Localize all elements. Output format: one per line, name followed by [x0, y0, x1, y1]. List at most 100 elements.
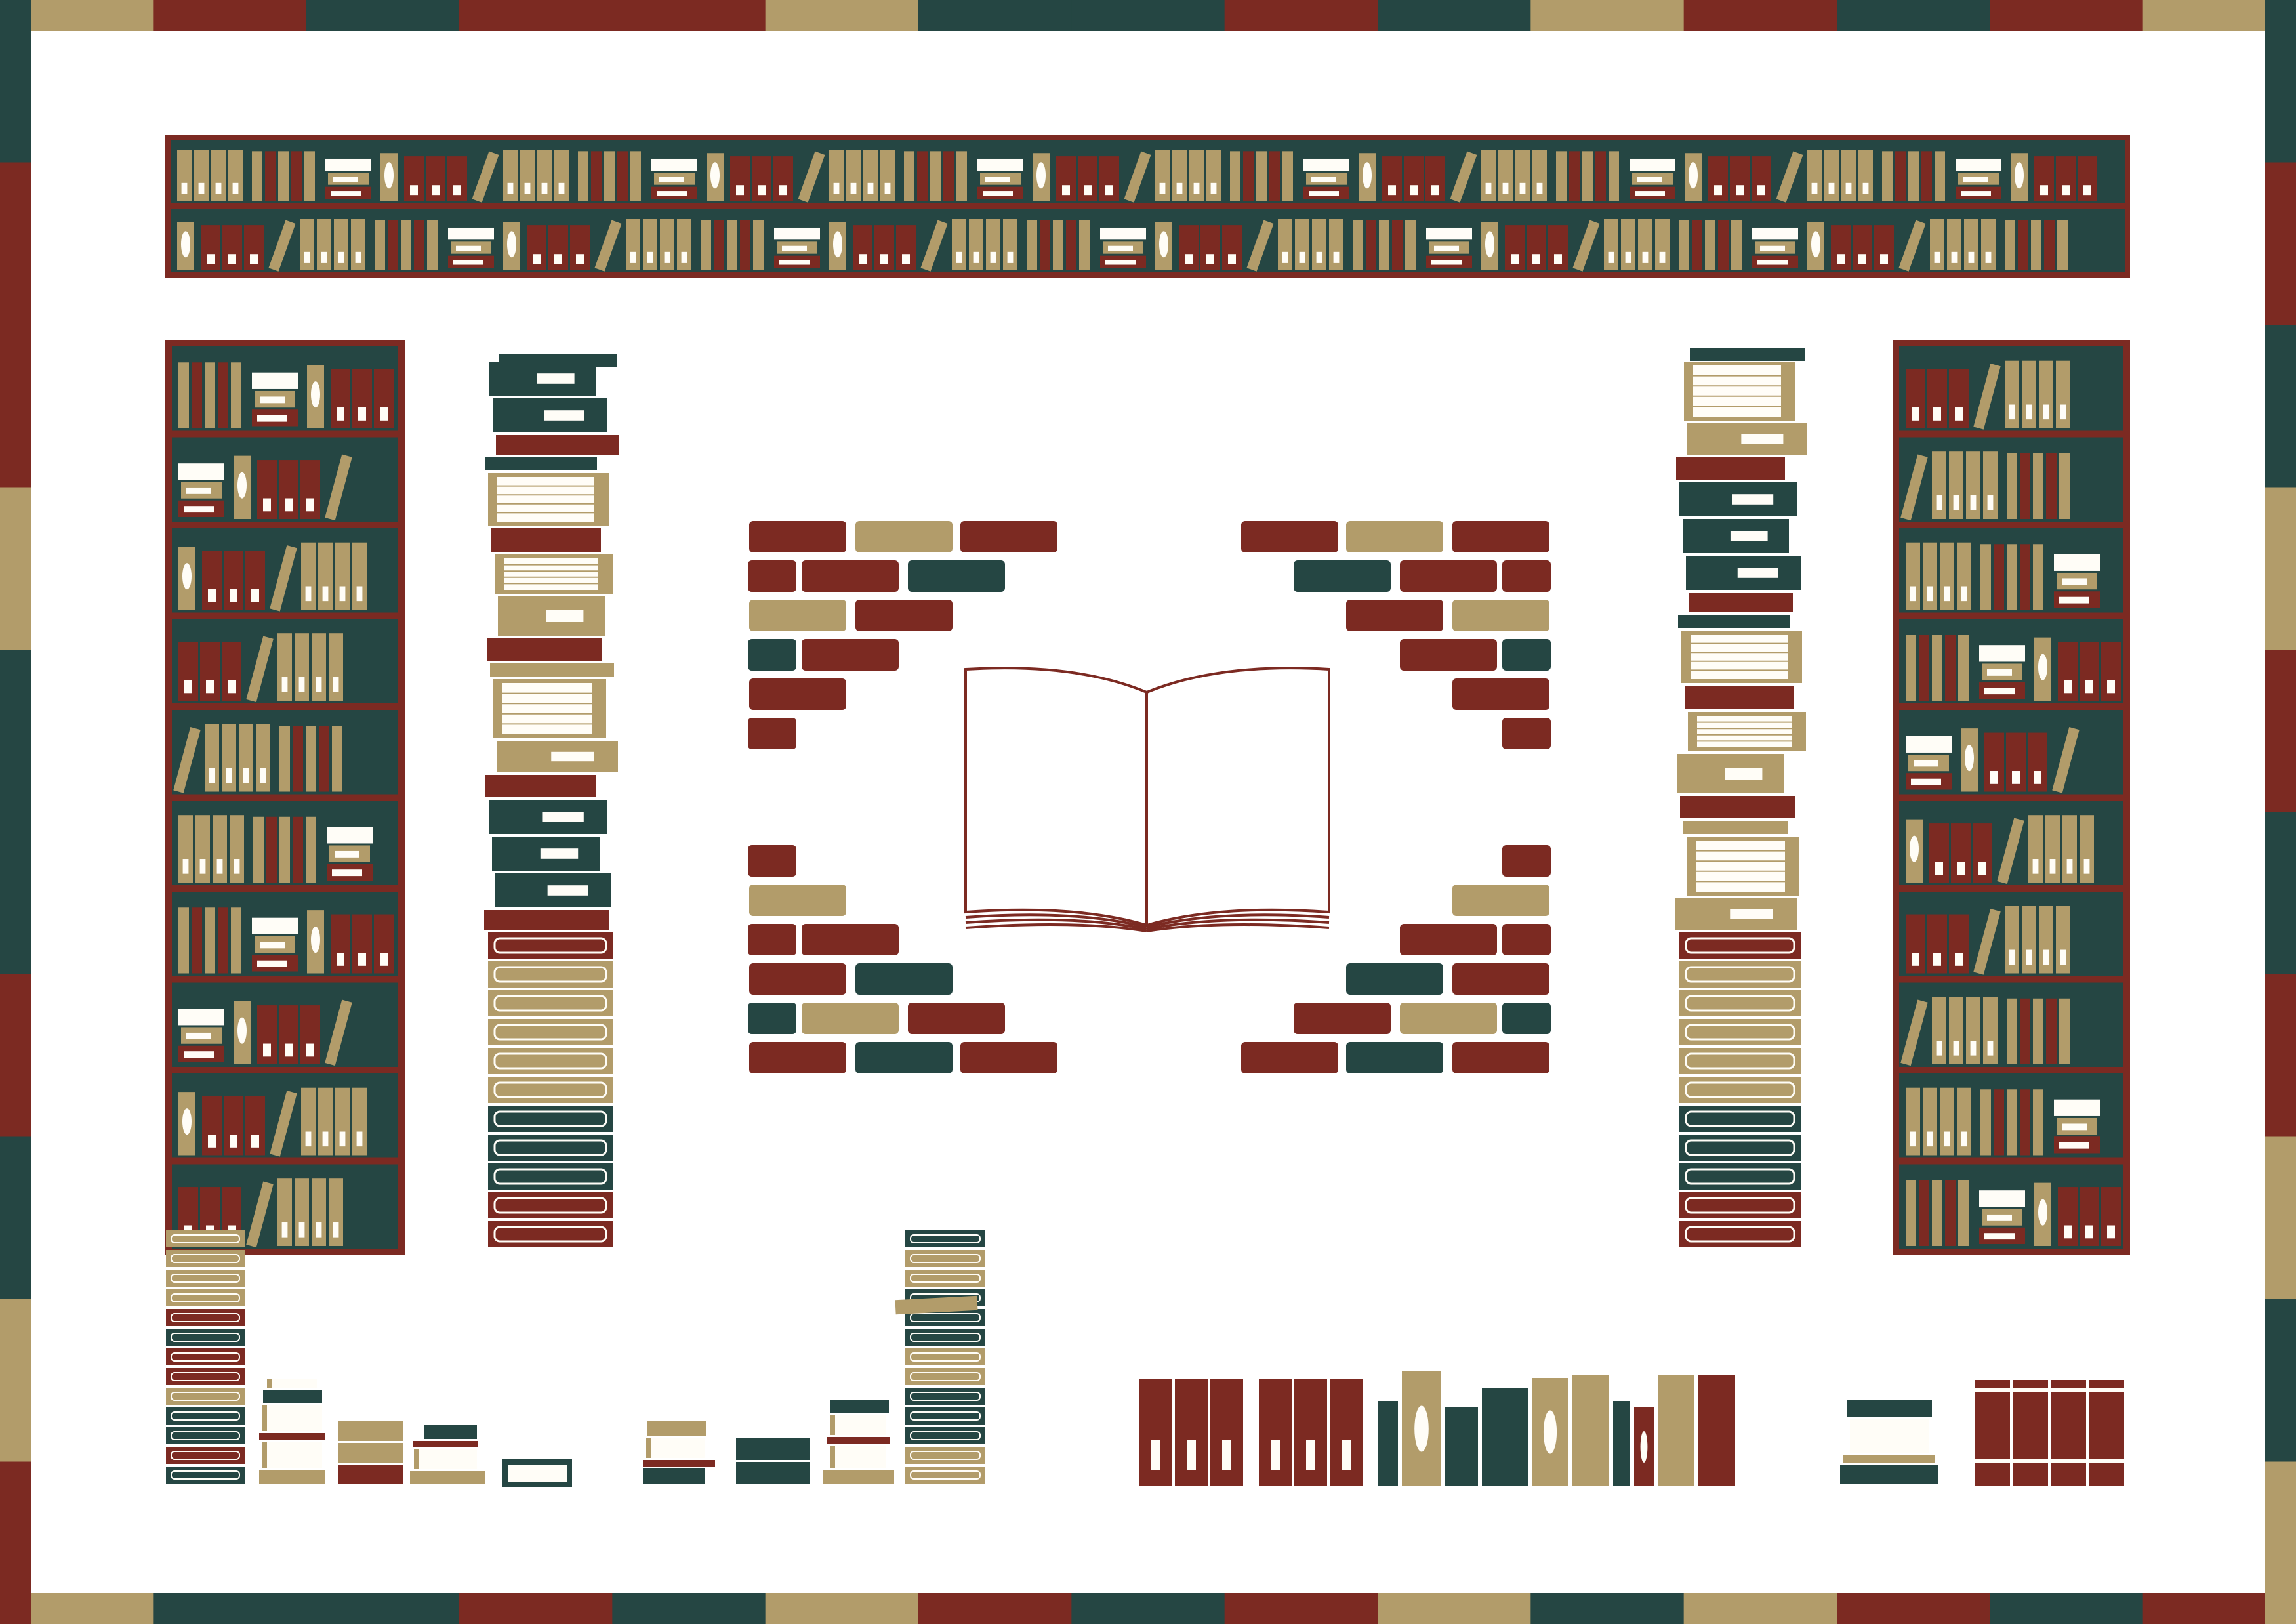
- spine-label: [1936, 495, 1942, 510]
- page-edge: [1914, 760, 1938, 767]
- spine-label: [251, 1135, 259, 1148]
- frame-segment: [1224, 1593, 1378, 1624]
- spine-oval: [1811, 231, 1820, 258]
- spine-label: [207, 254, 215, 264]
- spine-label: [546, 610, 584, 622]
- stacked-book: [1679, 1163, 1801, 1190]
- spine-label: [990, 251, 996, 263]
- page-edge: [1309, 163, 1339, 168]
- spine-oval: [1036, 162, 1046, 189]
- spine-label: [554, 254, 562, 264]
- stacked-book: [1847, 1400, 1932, 1417]
- spine-label: [1880, 254, 1888, 264]
- spine-label: [1532, 254, 1540, 264]
- spine-label: [298, 1222, 305, 1238]
- spine-label: [2064, 680, 2072, 694]
- spine-label: [547, 885, 588, 896]
- brick: [748, 718, 796, 749]
- book-spine: [1994, 1089, 2004, 1156]
- book-spine: [319, 726, 329, 792]
- brick: [1502, 924, 1551, 955]
- spine-label: [198, 182, 205, 194]
- spine-label: [263, 498, 271, 512]
- stacked-book: [1850, 1419, 1929, 1453]
- page-edge: [779, 232, 810, 237]
- binder: [1259, 1379, 1292, 1486]
- stacked-book: [905, 1407, 985, 1425]
- page-edge: [1984, 1196, 2015, 1203]
- spine-label: [1502, 182, 1509, 194]
- page-block: [497, 477, 594, 522]
- top-book: [499, 354, 617, 367]
- spine-label: [736, 185, 744, 196]
- spine-label: [1642, 251, 1649, 263]
- book-spine: [1079, 220, 1090, 270]
- page-edge: [1757, 232, 1788, 237]
- spine-label: [1934, 251, 1940, 263]
- book-spine: [1679, 220, 1689, 270]
- spine-label: [2040, 185, 2048, 196]
- spine-label: [1410, 185, 1418, 196]
- spine-label: [542, 812, 584, 822]
- book-spine: [2033, 998, 2043, 1064]
- page-edge: [1984, 688, 2015, 695]
- stacked-book: [166, 1230, 245, 1247]
- spine-label: [2064, 1225, 2072, 1239]
- spine-label: [630, 251, 636, 263]
- stacked-book: [1679, 932, 1801, 959]
- brick: [855, 1042, 953, 1073]
- page-edge: [1635, 163, 1665, 168]
- brick: [748, 639, 796, 671]
- stacked-book: [1678, 615, 1790, 628]
- page-edge: [1431, 232, 1462, 237]
- page-edge: [2059, 1142, 2089, 1149]
- spine-label: [1944, 586, 1950, 602]
- page-edge: [453, 260, 483, 265]
- spine-oval: [1485, 231, 1494, 258]
- frame-segment: [0, 487, 31, 650]
- frame-segment: [1530, 0, 1685, 31]
- frame-segment: [0, 650, 31, 813]
- book-spine: [304, 151, 315, 201]
- brick: [1294, 1003, 1391, 1034]
- stacked-book: [418, 1449, 477, 1469]
- stacked-book: [905, 1250, 985, 1267]
- frame-segment: [0, 162, 31, 325]
- cover-edge: [267, 1379, 272, 1388]
- spine-band: [2089, 1388, 2124, 1392]
- spine-label: [681, 251, 687, 263]
- page-edge: [1963, 177, 1988, 182]
- brick: [749, 678, 846, 710]
- book-spine: [1353, 220, 1363, 270]
- spine-oval: [1414, 1405, 1429, 1452]
- spine-label: [250, 254, 258, 264]
- stacked-book: [905, 1467, 985, 1484]
- spine-label: [2026, 949, 2032, 965]
- brick: [960, 1042, 1057, 1073]
- spine-band: [2051, 1388, 2086, 1392]
- page-edge: [333, 177, 358, 182]
- book-spine: [701, 220, 711, 270]
- spine-label: [2060, 404, 2066, 420]
- book-spine: [1572, 1375, 1609, 1486]
- book-spine: [1975, 1380, 2010, 1486]
- page-edge: [657, 163, 687, 168]
- stacked-book: [166, 1467, 245, 1484]
- book-spine: [1595, 151, 1606, 201]
- spine-label: [1985, 251, 1992, 263]
- brick: [802, 560, 899, 592]
- stacked-book: [1676, 457, 1785, 480]
- spine-label: [1912, 953, 1919, 966]
- brick: [1400, 1003, 1497, 1034]
- spine-label: [1912, 407, 1919, 421]
- page-edge: [2059, 560, 2089, 567]
- stacked-book: [827, 1437, 890, 1444]
- frame-segment: [1224, 0, 1378, 31]
- page-edge: [184, 506, 214, 513]
- spine-label: [1957, 862, 1965, 875]
- page-edge: [1757, 260, 1788, 265]
- spine-label: [2107, 1225, 2115, 1239]
- frame-segment: [1530, 1593, 1685, 1624]
- frame-segment: [2265, 162, 2296, 325]
- stacked-book: [488, 1135, 613, 1161]
